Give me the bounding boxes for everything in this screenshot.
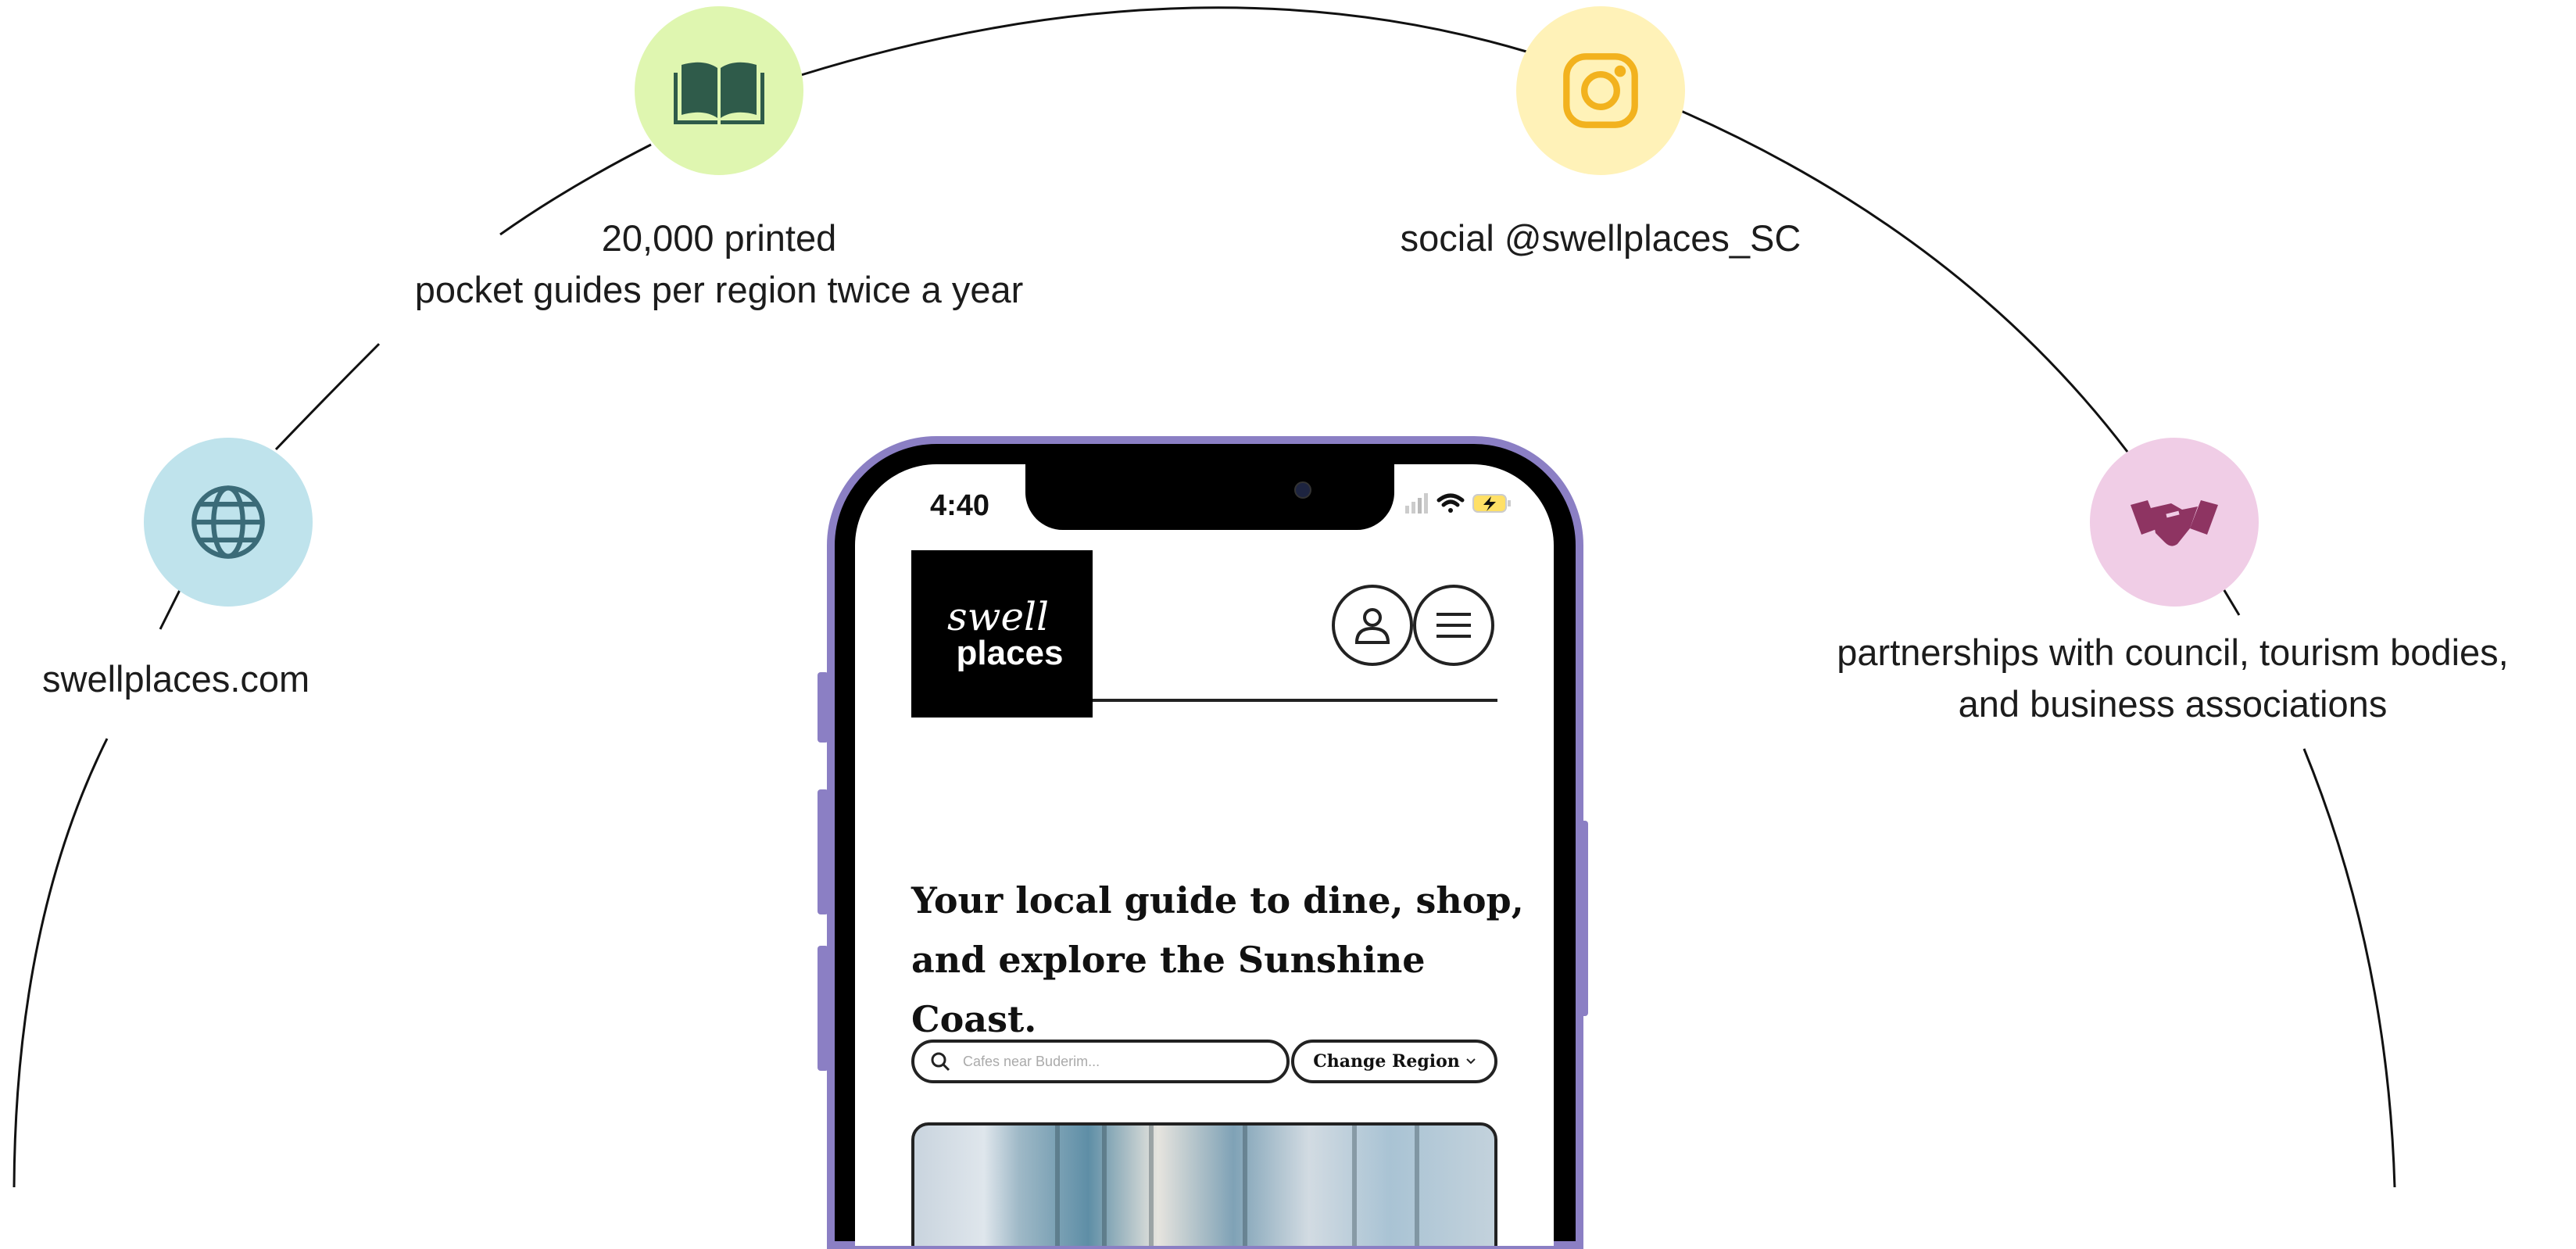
print-label-line1: 20,000 printed — [601, 217, 837, 259]
hamburger-icon — [1436, 613, 1471, 638]
photo-detail — [1352, 1126, 1357, 1246]
logo-line1: swell — [946, 594, 1050, 639]
phone-notch — [1025, 464, 1394, 530]
chevron-down-icon — [1466, 1058, 1476, 1065]
social-node — [1516, 6, 1685, 175]
partners-label-line2: and business associations — [1958, 683, 2388, 725]
featured-photo[interactable] — [911, 1122, 1497, 1246]
camera-icon — [1294, 481, 1311, 499]
print-label-line2: pocket guides per region twice a year — [414, 269, 1024, 310]
photo-detail — [1149, 1126, 1154, 1246]
account-button[interactable] — [1332, 585, 1413, 666]
menu-button[interactable] — [1413, 585, 1494, 666]
arc-segment — [1680, 109, 2129, 453]
headline-line1: Your local guide to dine, shop, — [911, 879, 1524, 922]
search-input[interactable] — [961, 1052, 1261, 1071]
arc-segment — [800, 6, 1527, 77]
photo-detail — [1102, 1126, 1107, 1246]
phone-screen: 4:40 swell places Your local guide to di… — [855, 464, 1554, 1246]
status-time: 4:40 — [930, 489, 990, 522]
change-region-button[interactable]: Change Region — [1291, 1040, 1497, 1083]
partners-label-line1: partnerships with council, tourism bodie… — [1837, 632, 2509, 673]
search-icon — [931, 1052, 950, 1072]
change-region-label: Change Region — [1313, 1051, 1460, 1072]
instagram-icon — [1563, 53, 1638, 128]
hero-headline: Your local guide to dine, shop, and expl… — [911, 871, 1537, 1049]
status-icons — [1405, 492, 1512, 514]
headline-line2: and explore the Sunshine Coast. — [911, 939, 1426, 1040]
user-icon — [1354, 608, 1390, 644]
arc-segment — [274, 342, 381, 451]
website-label: swellplaces.com — [42, 658, 310, 700]
photo-detail — [1415, 1126, 1419, 1246]
open-book-icon — [674, 62, 764, 124]
partners-node — [2090, 438, 2259, 607]
battery-icon — [1472, 494, 1511, 513]
swell-places-logo: swell places — [911, 550, 1093, 718]
arc-segment — [159, 589, 181, 630]
handshake-icon — [2131, 500, 2218, 546]
arc-segment — [2302, 748, 2396, 1187]
partners-label: partnerships with council, tourism bodie… — [1719, 627, 2576, 730]
search-box[interactable] — [911, 1040, 1290, 1083]
header-divider — [1093, 699, 1497, 702]
print-label: 20,000 printed pocket guides per region … — [328, 213, 1110, 316]
arc-segment — [2221, 587, 2241, 616]
photo-detail — [1055, 1126, 1060, 1246]
arc-segment — [13, 738, 109, 1187]
website-node — [144, 438, 313, 607]
social-label: social @swellplaces_SC — [1400, 217, 1801, 259]
wifi-icon — [1436, 493, 1465, 513]
print-node — [635, 6, 803, 175]
globe-icon — [191, 485, 265, 559]
signal-icon — [1405, 493, 1428, 514]
photo-detail — [1243, 1126, 1247, 1246]
logo-line2: places — [956, 634, 1064, 672]
